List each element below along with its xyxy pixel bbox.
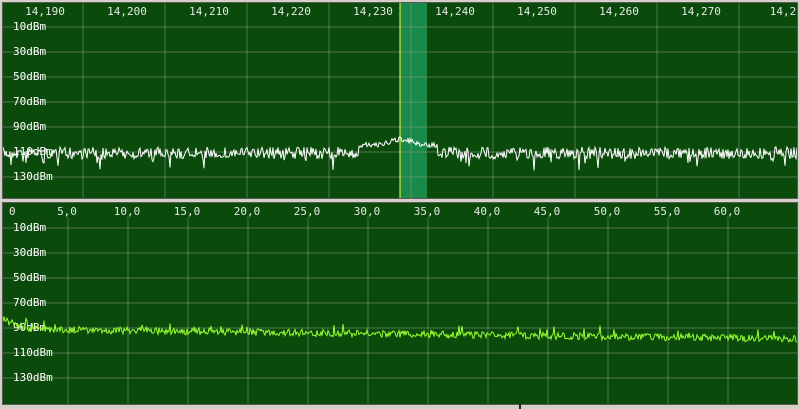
freq-tick-label: 40,0 <box>474 205 501 218</box>
db-tick-label: 70dBm <box>13 296 46 309</box>
audio-spectrum-panel[interactable]: 0 5,0 10,0 15,0 20,0 25,0 30,0 35,0 40,0 45,0 50,0… <box>2 202 798 405</box>
db-tick-label: 130dBm <box>13 371 53 384</box>
freq-tick-label: 35,0 <box>414 205 441 218</box>
freq-tick-label: 14,240 <box>435 5 475 18</box>
freq-tick-label: 50,0 <box>594 205 621 218</box>
sdr-display-window: 14,190 14,200 14,210 14,220 14,230 14,240 14,2… <box>0 0 800 409</box>
freq-tick-label: 30,0 <box>354 205 381 218</box>
freq-tick-label: 55,0 <box>654 205 681 218</box>
freq-tick-label: 14,200 <box>107 5 147 18</box>
freq-tick-label: 0 <box>9 205 16 218</box>
passband-highlight[interactable] <box>400 3 427 198</box>
freq-tick-label: 20,0 <box>234 205 261 218</box>
db-tick-label: 50dBm <box>13 271 46 284</box>
freq-tick-label: 14,190 <box>25 5 65 18</box>
db-tick-label: 10dBm <box>13 20 46 33</box>
audio-spectrum-plot[interactable]: 0 5,0 10,0 15,0 20,0 25,0 30,0 35,0 40,0 45,0 50,0… <box>3 203 797 404</box>
freq-tick-label: 10,0 <box>114 205 141 218</box>
db-tick-label: 90dBm <box>13 120 46 133</box>
resize-marker[interactable] <box>519 404 521 409</box>
db-tick-label: 70dBm <box>13 95 46 108</box>
freq-tick-label: 45,0 <box>534 205 561 218</box>
db-tick-label: 130dBm <box>13 170 53 183</box>
freq-tick-label: 14,230 <box>353 5 393 18</box>
db-tick-label: 30dBm <box>13 45 46 58</box>
freq-tick-label: 14,270 <box>681 5 721 18</box>
audio-spectrum-trace <box>3 316 797 344</box>
freq-tick-label: 14,220 <box>271 5 311 18</box>
freq-tick-label: 15,0 <box>174 205 201 218</box>
freq-tick-label: 14,210 <box>189 5 229 18</box>
db-tick-label: 50dBm <box>13 70 46 83</box>
freq-tick-label: 14,2 <box>770 5 797 18</box>
freq-tick-label: 5,0 <box>57 205 77 218</box>
freq-tick-label: 60,0 <box>714 205 741 218</box>
db-tick-label: 10dBm <box>13 221 46 234</box>
freq-tick-label: 14,260 <box>599 5 639 18</box>
freq-tick-label: 14,250 <box>517 5 557 18</box>
rf-spectrum-plot[interactable]: 14,190 14,200 14,210 14,220 14,230 14,240 14,2… <box>3 3 797 198</box>
freq-tick-label: 25,0 <box>294 205 321 218</box>
db-tick-label: 110dBm <box>13 346 53 359</box>
db-tick-label: 30dBm <box>13 246 46 259</box>
rf-spectrum-panel[interactable]: 14,190 14,200 14,210 14,220 14,230 14,240 14,2… <box>2 2 798 199</box>
